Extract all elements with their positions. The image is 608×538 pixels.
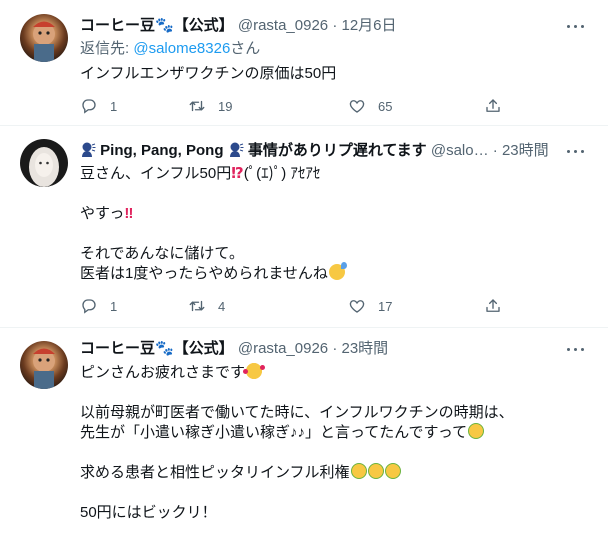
timestamp[interactable]: 23時間 [342, 340, 389, 357]
tweet-text-line: それであんなに儲けて。 [80, 245, 244, 262]
like-count: 17 [378, 298, 393, 314]
like-count: 65 [378, 98, 393, 114]
tweet-text-line: 先生が「小遣い稼ぎ小遣い稼ぎ♪♪」と言ってたんですって [80, 423, 588, 443]
display-name[interactable]: Ping, Pang, Pong [100, 142, 223, 159]
reply-button[interactable]: 1 [80, 296, 117, 316]
tweet-text-line: ピンさんお疲れさまです [80, 363, 588, 383]
speaking-head-icon [82, 142, 96, 157]
reply-context: 返信先: @salome8326さん [80, 39, 588, 59]
reply-icon [80, 297, 98, 315]
text-part: やすっ [80, 205, 125, 222]
user-handle[interactable]: @rasta_0926 [238, 340, 328, 357]
reply-icon [80, 97, 98, 115]
reply-mention-link[interactable]: @salome8326 [133, 40, 230, 57]
timestamp[interactable]: 12月6日 [342, 17, 397, 34]
smiling-face-with-hearts-icon [243, 363, 266, 379]
tweet-text: インフルエンザワクチンの原価は50円 [80, 65, 337, 82]
tweet-1[interactable]: コーヒー豆🐾【公式】 @rasta_0926 · 12月6日 返信先: @sal… [0, 0, 608, 126]
like-button[interactable]: 17 [348, 296, 392, 316]
like-icon [348, 297, 366, 315]
timestamp[interactable]: 23時間 [502, 142, 549, 159]
reply-count: 1 [110, 98, 118, 114]
display-name[interactable]: コーヒー豆🐾【公式】 [80, 17, 234, 34]
retweet-count: 19 [218, 98, 233, 114]
tweet-header: コーヒー豆🐾【公式】 @rasta_0926 · 12月6日 [80, 16, 568, 36]
like-button[interactable]: 65 [348, 96, 392, 116]
share-icon [484, 97, 502, 115]
tweet-text-line: 医者は1度やったらやめられませんね [80, 262, 588, 284]
avatar[interactable] [20, 139, 68, 187]
reply-prefix: 返信先: [80, 40, 134, 57]
share-icon [484, 297, 502, 315]
tweet-3[interactable]: コーヒー豆🐾【公式】 @rasta_0926 · 23時間 ピンさんお疲れさまで… [0, 327, 608, 538]
text-part: 豆さん、インフル50円 [80, 165, 232, 182]
exclamation-question-icon: ⁉ [231, 165, 244, 182]
money-mouth-face-icon [384, 463, 401, 479]
retweet-icon [188, 297, 206, 315]
tweet-text-line: 豆さん、インフル50円⁉(ﾟ(ｴ)ﾟ) ｱｾｱｾ [80, 164, 588, 184]
more-icon[interactable] [566, 339, 586, 359]
action-bar: 1 19 65 [80, 96, 510, 116]
retweet-button[interactable]: 19 [188, 96, 232, 116]
text-part: (ﾟ(ｴ)ﾟ) ｱｾｱｾ [243, 165, 321, 182]
action-bar: 1 4 17 [80, 296, 510, 316]
separator-dot: · [332, 340, 338, 357]
share-button[interactable] [484, 296, 502, 316]
tweet-text-line: やすっ‼ [80, 204, 588, 224]
text-part: 求める患者と相性ピッタリインフル利権 [80, 464, 350, 481]
tweet-text-line: 求める患者と相性ピッタリインフル利権 [80, 463, 588, 483]
money-mouth-face-icon [468, 423, 485, 439]
tweet-header: コーヒー豆🐾【公式】 @rasta_0926 · 23時間 [80, 339, 568, 359]
like-icon [348, 97, 366, 115]
display-name[interactable]: コーヒー豆🐾【公式】 [80, 340, 234, 357]
reply-suffix: さん [230, 40, 261, 57]
more-icon[interactable] [566, 141, 586, 161]
sweat-face-icon [328, 262, 347, 280]
money-mouth-face-icon [350, 463, 367, 479]
tweet-header: Ping, Pang, Pong 事情がありリプ遅れてます @salo… · 2… [80, 141, 568, 161]
more-icon[interactable] [566, 16, 586, 36]
avatar[interactable] [20, 341, 68, 389]
separator-dot: · [332, 17, 338, 34]
text-part: 医者は1度やったらやめられませんね [80, 265, 328, 282]
money-mouth-face-icon [367, 463, 384, 479]
speaking-head-icon [229, 142, 244, 157]
user-handle[interactable]: @salo… [431, 142, 489, 159]
avatar[interactable] [20, 14, 68, 62]
tweet-text-line: 50円にはビックリ！ [80, 504, 217, 521]
double-exclamation-icon: ‼ [124, 205, 134, 222]
retweet-button[interactable]: 4 [188, 296, 225, 316]
text-part: 先生が「小遣い稼ぎ小遣い稼ぎ♪♪」と言ってたんですって [80, 424, 468, 441]
tweet-2[interactable]: Ping, Pang, Pong 事情がありリプ遅れてます @salo… · 2… [0, 125, 608, 328]
reply-count: 1 [110, 298, 118, 314]
separator-dot: · [492, 142, 498, 159]
tweet-text-line: 以前母親が町医者で働いてた時に、インフルワクチンの時期は、 [80, 404, 514, 421]
reply-button[interactable]: 1 [80, 96, 117, 116]
display-name-suffix[interactable]: 事情がありリプ遅れてます [248, 142, 427, 159]
retweet-count: 4 [218, 298, 226, 314]
text-part: ピンさんお疲れさまです [80, 364, 246, 381]
retweet-icon [188, 97, 206, 115]
user-handle[interactable]: @rasta_0926 [238, 17, 328, 34]
share-button[interactable] [484, 96, 502, 116]
